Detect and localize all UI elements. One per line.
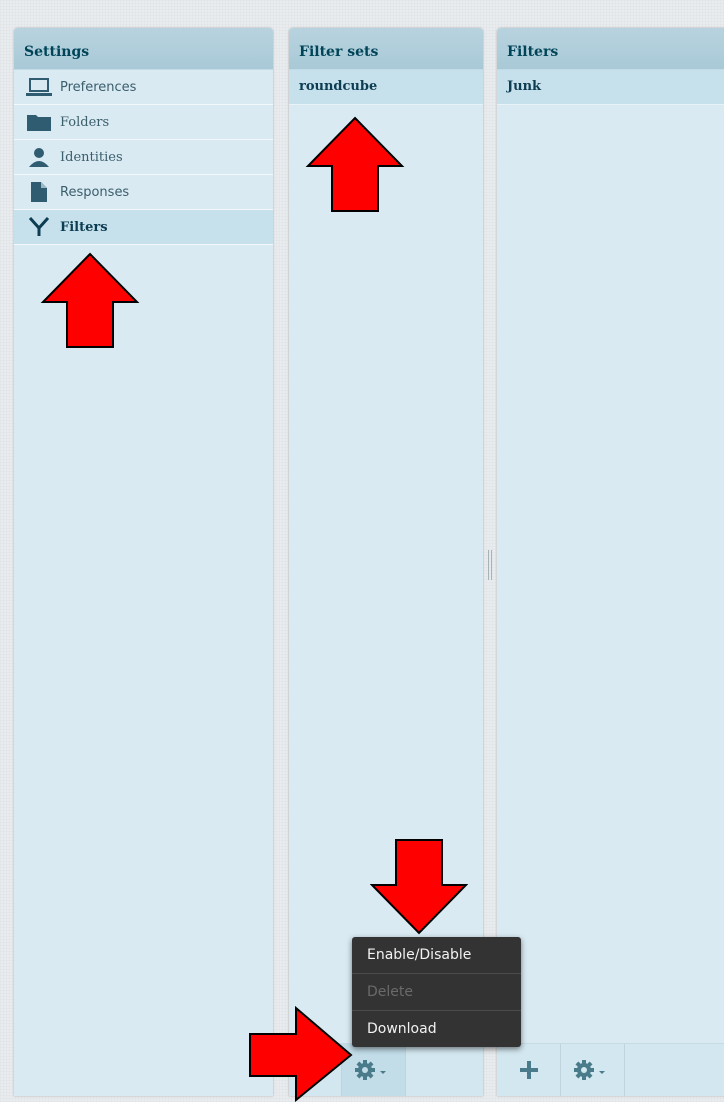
- sidebar-item-label: Identities: [60, 149, 123, 165]
- folder-icon: [24, 112, 54, 132]
- sidebar-item-preferences[interactable]: Preferences: [14, 70, 273, 105]
- sidebar-item-label: Folders: [60, 114, 110, 130]
- sidebar-item-label: Responses: [60, 184, 130, 200]
- document-icon: [24, 182, 54, 202]
- up-arrow-annotation-icon: [305, 116, 405, 212]
- filter-set-actions-menu: Enable/Disable Delete Download: [352, 937, 521, 1047]
- menu-item-delete: Delete: [352, 974, 521, 1011]
- right-arrow-annotation-icon: [249, 1005, 353, 1102]
- sidebar-item-filters[interactable]: Filters: [14, 210, 273, 245]
- filter-row[interactable]: Junk: [497, 70, 724, 105]
- panel-splitter[interactable]: [486, 550, 493, 580]
- settings-panel-title: Settings: [14, 28, 273, 70]
- filters-panel-title: Filters: [497, 28, 724, 70]
- gear-dropdown-icon: [573, 1060, 605, 1080]
- filters-footer: [497, 1043, 724, 1096]
- sidebar-item-folders[interactable]: Folders: [14, 105, 273, 140]
- sidebar-item-label: Preferences: [60, 79, 137, 95]
- menu-item-download[interactable]: Download: [352, 1011, 521, 1047]
- filter-set-row[interactable]: roundcube: [289, 70, 483, 105]
- plus-icon: [519, 1061, 538, 1079]
- filter-sets-panel-title: Filter sets: [289, 28, 483, 70]
- down-arrow-annotation-icon: [370, 839, 468, 935]
- up-arrow-annotation-icon: [40, 252, 140, 348]
- filters-panel: Filters Junk: [497, 28, 724, 1096]
- sidebar-item-responses[interactable]: Responses: [14, 175, 273, 210]
- filter-actions-button[interactable]: [561, 1044, 625, 1096]
- add-filter-button[interactable]: [497, 1044, 561, 1096]
- gear-dropdown-icon: [354, 1060, 386, 1080]
- person-icon: [24, 147, 54, 167]
- settings-panel: Settings Preferences Folders Identities …: [14, 28, 273, 1096]
- filter-icon: [24, 217, 54, 237]
- sidebar-item-identities[interactable]: Identities: [14, 140, 273, 175]
- laptop-icon: [24, 77, 54, 97]
- sidebar-item-label: Filters: [60, 219, 108, 235]
- menu-item-enable-disable[interactable]: Enable/Disable: [352, 937, 521, 974]
